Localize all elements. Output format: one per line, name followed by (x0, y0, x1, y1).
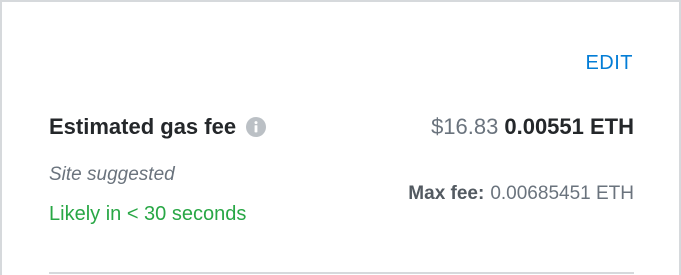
info-icon[interactable] (246, 117, 267, 137)
max-fee-row: Max fee: 0.00685451 ETH (408, 183, 634, 205)
estimated-gas-fee-amount: $16.83 0.00551 ETH (431, 114, 634, 140)
site-suggested-label: Site suggested (49, 164, 175, 185)
info-icon-graphic (246, 117, 267, 137)
eth-amount: 0.00551 ETH (504, 114, 634, 139)
max-fee-value: 0.00685451 ETH (490, 183, 634, 204)
estimated-gas-fee-heading: Estimated gas fee (49, 114, 267, 140)
fiat-amount: $16.83 (431, 114, 499, 139)
edit-gas-button[interactable]: EDIT (585, 52, 633, 75)
estimated-gas-fee-label: Estimated gas fee (49, 114, 237, 139)
gas-fee-panel: EDIT Estimated gas fee $16.83 0.00551 ETH… (0, 0, 681, 275)
confirmation-time-estimate: Likely in < 30 seconds (49, 203, 247, 225)
max-fee-label: Max fee: (408, 183, 485, 204)
section-divider (49, 272, 634, 274)
